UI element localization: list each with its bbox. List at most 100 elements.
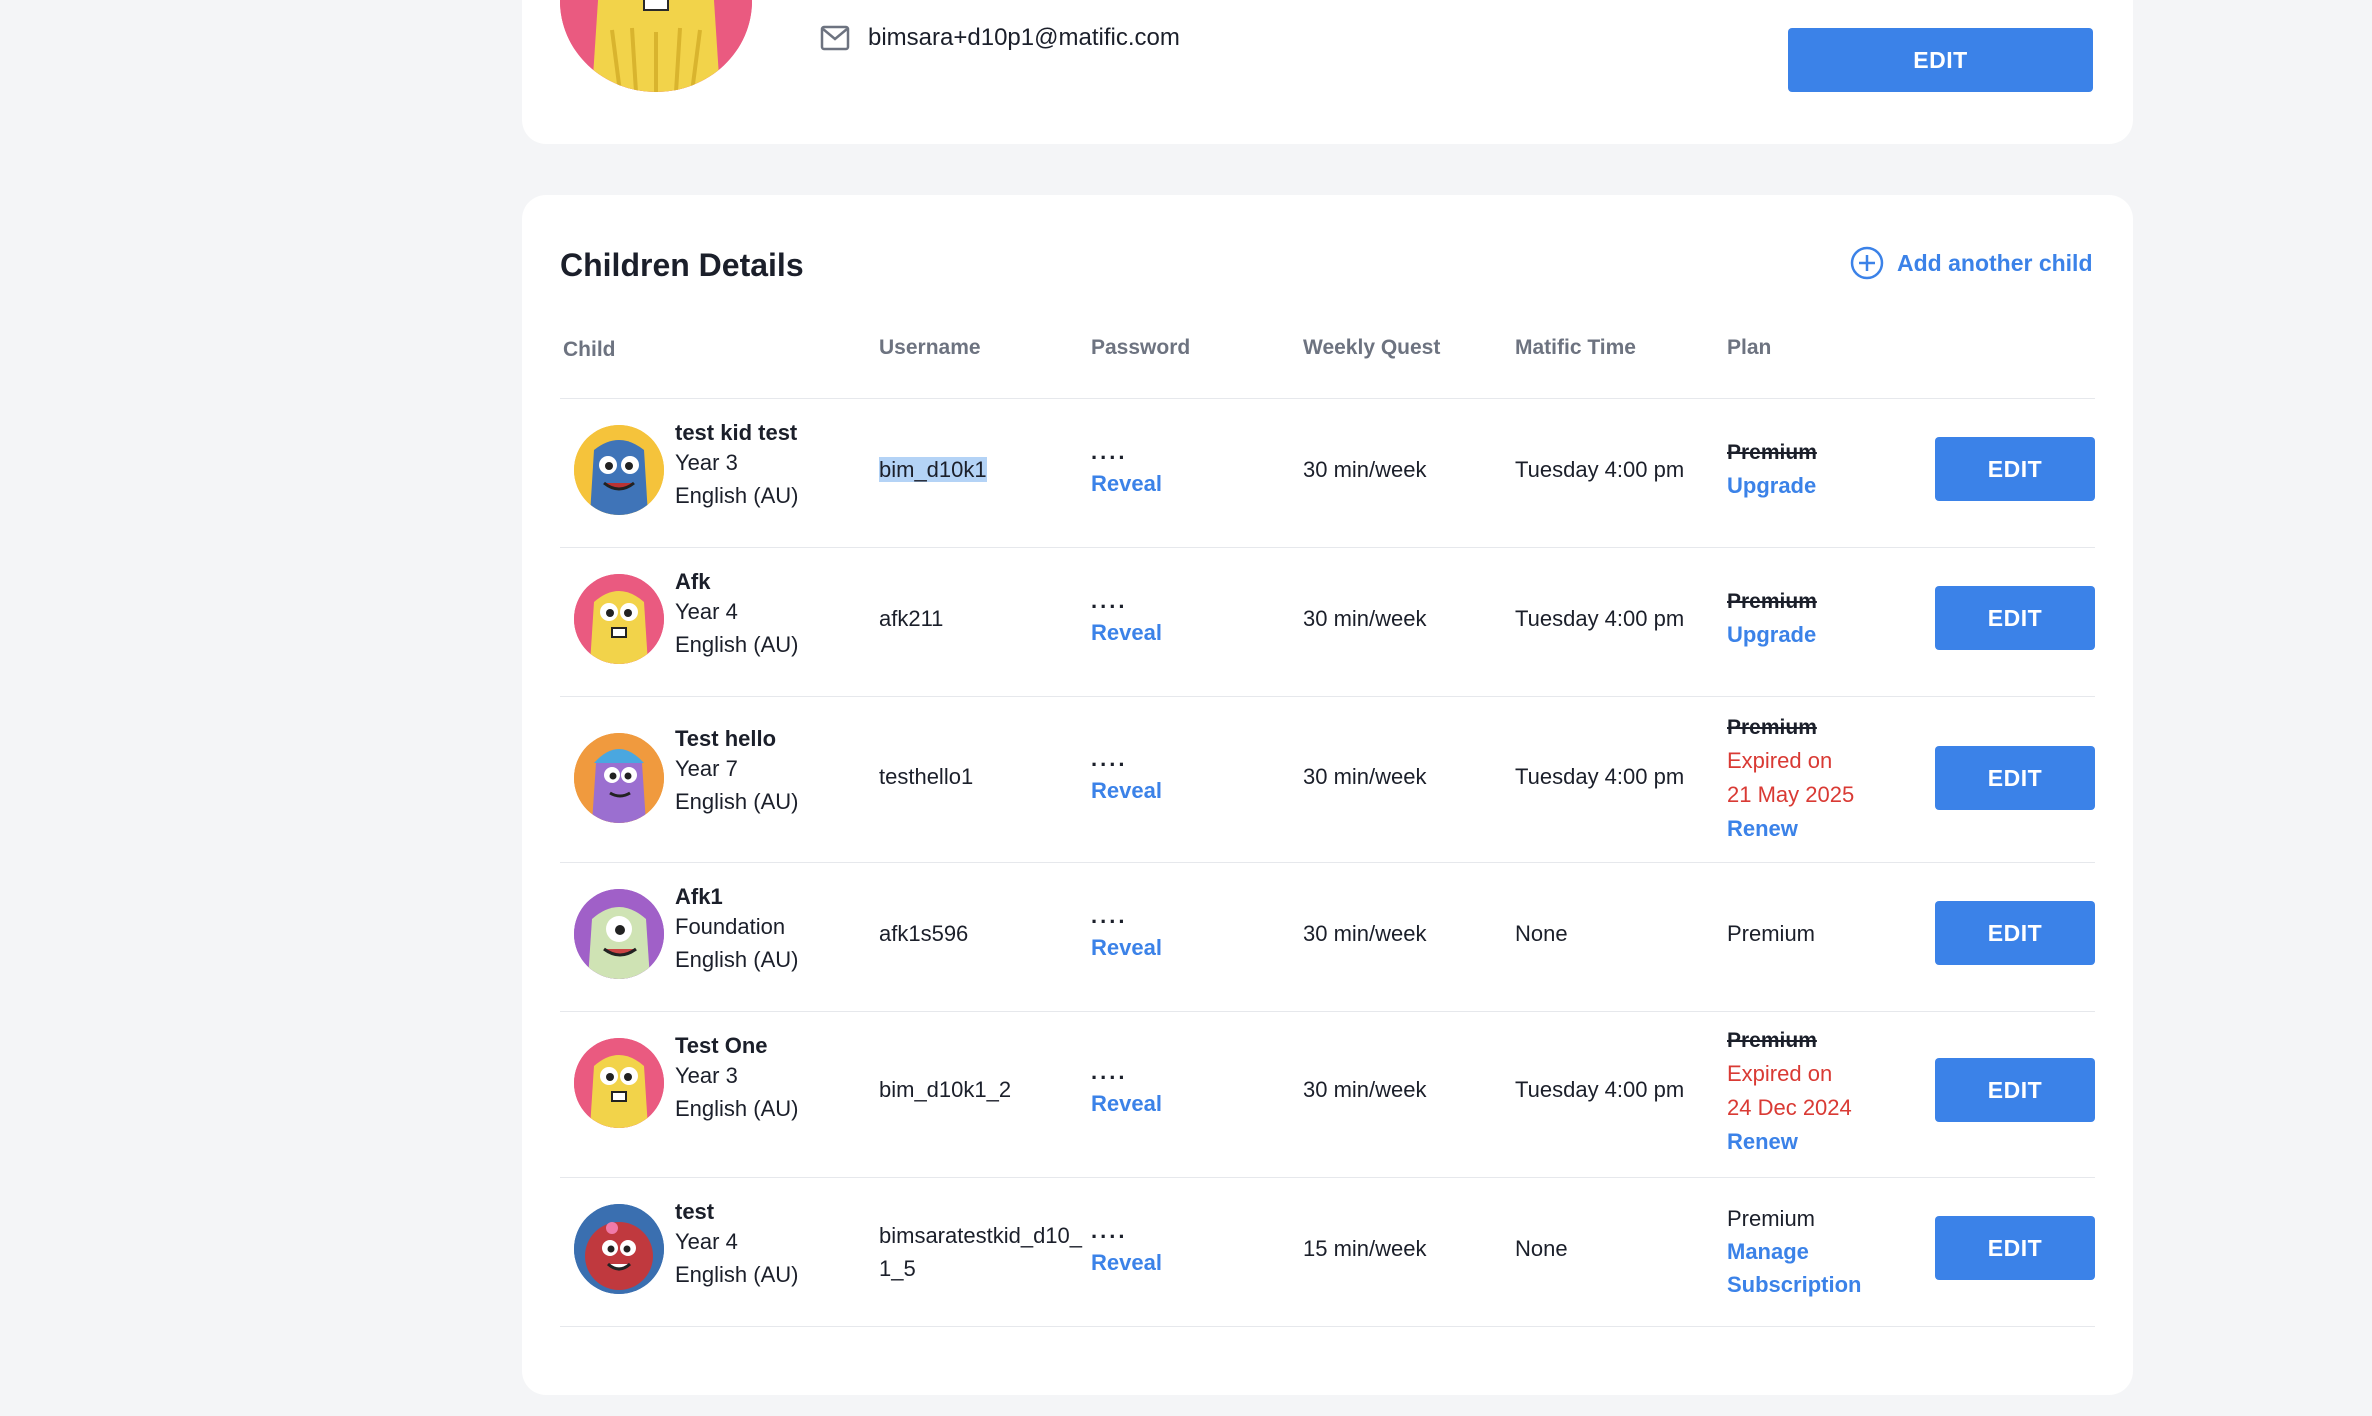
manage-subscription-line: Subscription (1727, 1272, 1862, 1297)
child-info: Afk Year 4 English (AU) (675, 569, 798, 661)
parent-avatar (560, 0, 752, 92)
plan-name: Premium (1727, 1206, 1816, 1231)
plan-cell: Premium Expired on 24 Dec 2024 Renew (1727, 1029, 1852, 1155)
children-details-card: Children Details Add another child Child… (522, 195, 2133, 1395)
password-mask: .... (1091, 903, 1128, 928)
weekly-quest: 30 min/week (1303, 1077, 1427, 1102)
password-cell: .... Reveal (1091, 439, 1162, 497)
password-mask: .... (1091, 439, 1128, 464)
edit-child-button[interactable]: EDIT (1935, 746, 2095, 810)
edit-child-button[interactable]: EDIT (1935, 901, 2095, 965)
child-avatar (574, 425, 664, 515)
reveal-link[interactable]: Reveal (1091, 1091, 1162, 1117)
child-avatar (574, 889, 664, 979)
divider (560, 1326, 2095, 1327)
child-locale: English (AU) (675, 789, 799, 814)
profile-card: bimsara+d10p1@matific.com EDIT (522, 0, 2133, 144)
edit-profile-button[interactable]: EDIT (1788, 28, 2093, 92)
column-username: Username (879, 336, 981, 359)
password-cell: .... Reveal (1091, 1059, 1162, 1117)
child-avatar (574, 1204, 664, 1294)
child-year: Year 3 (675, 450, 738, 475)
plan-name: Premium (1727, 441, 1817, 464)
child-name: Afk (675, 569, 711, 594)
password-mask: .... (1091, 746, 1128, 771)
table-row: Afk Year 4 English (AU) afk211 .... Reve… (522, 547, 2133, 696)
edit-child-button[interactable]: EDIT (1935, 1058, 2095, 1122)
plan-cell: Premium Upgrade (1727, 590, 1817, 648)
child-name: Test hello (675, 726, 777, 751)
upgrade-link[interactable]: Upgrade (1727, 473, 1817, 499)
edit-child-button[interactable]: EDIT (1935, 1216, 2095, 1280)
edit-child-button[interactable]: EDIT (1935, 586, 2095, 650)
matific-time: Tuesday 4:00 pm (1515, 1077, 1685, 1102)
child-year: Year 4 (675, 1229, 738, 1254)
username: bimsaratestkid_d10_ 1_5 (879, 1219, 1082, 1285)
column-password: Password (1091, 336, 1191, 359)
reveal-link[interactable]: Reveal (1091, 778, 1162, 804)
child-name: test kid test (675, 420, 798, 445)
plan-cell: Premium Upgrade (1727, 441, 1817, 499)
expired-date: 21 May 2025 (1727, 782, 1855, 807)
table-row: Test hello Year 7 English (AU) testhello… (522, 696, 2133, 862)
child-locale: English (AU) (675, 947, 799, 972)
mail-icon (820, 25, 850, 51)
table-row: test Year 4 English (AU) bimsaratestkid_… (522, 1177, 2133, 1326)
expired-date: 24 Dec 2024 (1727, 1095, 1852, 1120)
renew-link[interactable]: Renew (1727, 1129, 1852, 1155)
weekly-quest: 30 min/week (1303, 921, 1427, 946)
child-info: Test One Year 3 English (AU) (675, 1033, 798, 1125)
table-row: Test One Year 3 English (AU) bim_d10k1_2… (522, 1011, 2133, 1177)
username-line: bimsaratestkid_d10_ (879, 1223, 1083, 1248)
table-row: test kid test Year 3 English (AU) bim_d1… (522, 398, 2133, 547)
section-title: Children Details (560, 247, 804, 283)
child-info: test kid test Year 3 English (AU) (675, 420, 798, 512)
expired-label: Expired on (1727, 1061, 1833, 1086)
child-year: Year 3 (675, 1063, 738, 1088)
weekly-quest: 15 min/week (1303, 1236, 1427, 1261)
manage-subscription-link[interactable]: Manage Subscription (1727, 1235, 1861, 1301)
child-name: test (675, 1199, 715, 1224)
username: bim_d10k1 (879, 457, 987, 483)
password-cell: .... Reveal (1091, 903, 1162, 961)
add-child-button[interactable]: Add another child (1849, 245, 2093, 281)
reveal-link[interactable]: Reveal (1091, 935, 1162, 961)
username: testhello1 (879, 764, 974, 789)
expired-label: Expired on (1727, 748, 1833, 773)
username: afk1s596 (879, 921, 969, 946)
upgrade-link[interactable]: Upgrade (1727, 622, 1817, 648)
plan-name: Premium (1727, 716, 1817, 739)
reveal-link[interactable]: Reveal (1091, 471, 1162, 497)
child-year: Year 4 (675, 599, 738, 624)
renew-link[interactable]: Renew (1727, 816, 1854, 842)
table-row: Afk1 Foundation English (AU) afk1s596 ..… (522, 862, 2133, 1011)
add-child-label: Add another child (1897, 249, 2093, 276)
child-locale: English (AU) (675, 632, 799, 657)
password-cell: .... Reveal (1091, 1220, 1162, 1276)
column-child: Child (563, 338, 616, 361)
username: bim_d10k1_2 (879, 1077, 1012, 1102)
child-avatar (574, 1038, 664, 1128)
plan-cell: Premium Manage Subscription (1727, 1202, 1861, 1301)
child-year: Foundation (675, 914, 786, 939)
child-info: test Year 4 English (AU) (675, 1199, 798, 1291)
reveal-link[interactable]: Reveal (1091, 620, 1162, 646)
reveal-link[interactable]: Reveal (1091, 1250, 1162, 1276)
matific-time: Tuesday 4:00 pm (1515, 606, 1685, 631)
plan-name: Premium (1727, 590, 1817, 613)
child-info: Test hello Year 7 English (AU) (675, 726, 798, 818)
child-locale: English (AU) (675, 1262, 799, 1287)
child-name: Test One (675, 1033, 768, 1058)
plan-name: Premium (1727, 921, 1816, 946)
table-header: Child Username Password Weekly Quest Mat… (522, 336, 2133, 394)
parent-email: bimsara+d10p1@matific.com (868, 24, 1180, 51)
edit-child-button[interactable]: EDIT (1935, 437, 2095, 501)
child-avatar (574, 574, 664, 664)
child-avatar (574, 733, 664, 823)
password-mask: .... (1091, 1059, 1128, 1084)
child-year: Year 7 (675, 756, 738, 781)
username: afk211 (879, 606, 944, 631)
weekly-quest: 30 min/week (1303, 764, 1427, 789)
matific-time: None (1515, 1236, 1568, 1261)
weekly-quest: 30 min/week (1303, 457, 1427, 482)
